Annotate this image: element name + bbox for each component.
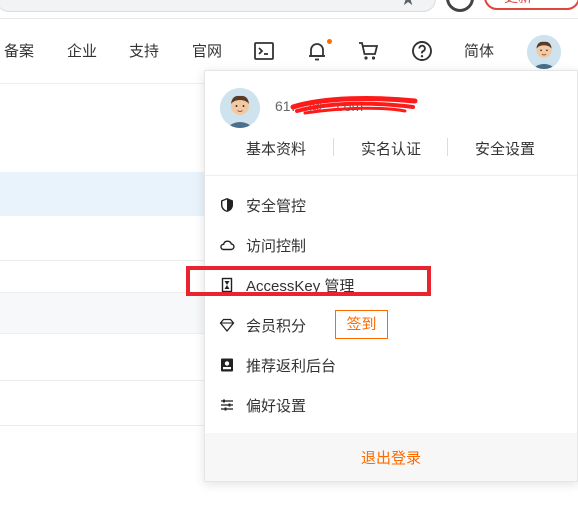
language-switcher[interactable]: 简体	[464, 42, 494, 62]
nav-official-site[interactable]: 官网	[192, 42, 222, 62]
browser-profile-icon[interactable]	[446, 0, 474, 12]
menu-label: 偏好设置	[246, 398, 307, 415]
id-card-icon	[221, 358, 233, 372]
menu-item-preferences[interactable]: 偏好设置	[219, 393, 559, 417]
help-icon[interactable]	[410, 39, 434, 63]
address-bar[interactable]	[0, 0, 436, 12]
separator	[447, 138, 448, 156]
background-divider	[0, 260, 205, 261]
menu-item-access-control[interactable]: 访问控制	[219, 233, 559, 257]
separator	[333, 138, 334, 156]
cart-icon[interactable]	[357, 39, 381, 63]
basic-info-link[interactable]: 基本资料	[246, 138, 306, 159]
avatar-image	[220, 88, 260, 128]
nav-enterprise[interactable]: 企业	[67, 42, 97, 62]
sliders-icon	[221, 399, 233, 411]
background-table-header	[0, 292, 205, 334]
cloud-icon	[220, 240, 235, 251]
menu-label: 推荐返利后台	[246, 358, 337, 375]
browser-update-label: 更新	[504, 0, 532, 7]
nav-filing[interactable]: 备案	[4, 42, 34, 62]
user-avatar	[220, 88, 260, 128]
browser-update-button[interactable]: 更新	[484, 0, 578, 10]
avatar-image	[527, 35, 561, 69]
notification-dot	[327, 39, 332, 44]
divider	[205, 175, 577, 176]
logout-button[interactable]: 退出登录	[205, 447, 577, 468]
diamond-icon	[219, 318, 235, 333]
background-divider	[0, 380, 205, 381]
shield-icon	[221, 198, 233, 212]
security-settings-link[interactable]: 安全设置	[475, 138, 535, 159]
nav-support[interactable]: 支持	[129, 42, 159, 62]
menu-item-security-control[interactable]: 安全管控	[219, 193, 559, 217]
menu-label: 访问控制	[246, 238, 307, 255]
dropdown-footer: 退出登录	[205, 433, 577, 481]
annotation-highlight-box	[186, 266, 431, 296]
menu-label: 安全管控	[246, 198, 307, 215]
signin-button[interactable]: 签到	[335, 310, 388, 339]
account-avatar[interactable]	[527, 35, 561, 69]
browser-toolbar: ★ 更新	[0, 0, 578, 18]
terminal-icon[interactable]	[252, 39, 276, 63]
page: ★ 更新 备案 企业 支持 官网	[0, 0, 578, 515]
bell-icon[interactable]	[305, 39, 329, 63]
menu-item-member-points[interactable]: 会员积分 签到	[219, 310, 559, 339]
real-name-auth-link[interactable]: 实名认证	[361, 138, 421, 159]
background-divider	[0, 425, 205, 426]
bookmark-star-icon[interactable]: ★	[400, 0, 416, 8]
background-selected-row	[0, 172, 205, 216]
redaction-scribble	[290, 96, 418, 115]
menu-label: 会员积分	[246, 318, 307, 335]
menu-item-referral-backend[interactable]: 推荐返利后台	[219, 353, 559, 377]
